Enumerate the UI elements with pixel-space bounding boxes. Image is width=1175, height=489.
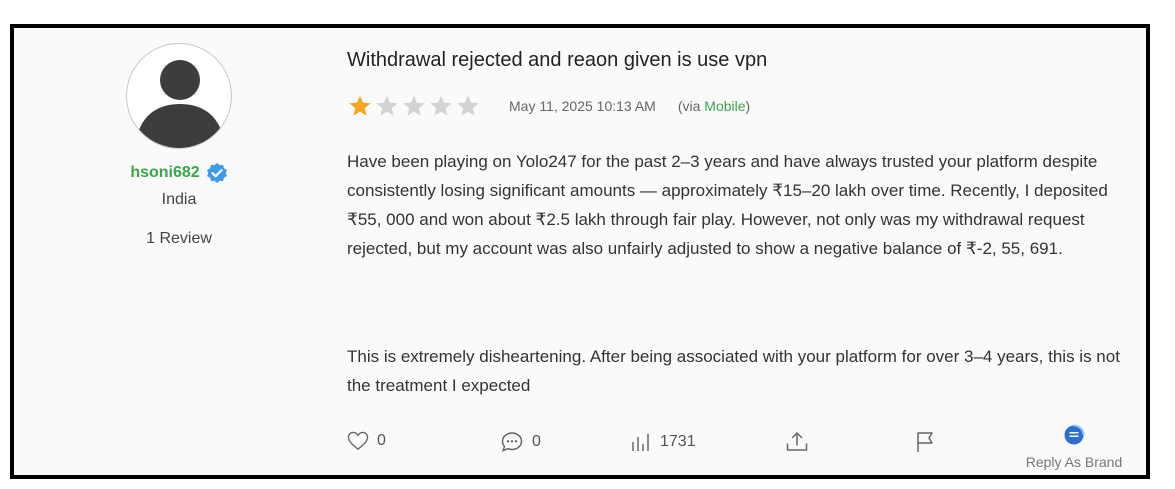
reply-as-brand-label: Reply As Brand bbox=[1025, 454, 1123, 470]
star-empty-icon bbox=[428, 94, 454, 118]
review-actions: 0 0 1731 Reply As Brand bbox=[347, 424, 1137, 470]
via-source: Mobile bbox=[704, 98, 746, 114]
verified-check-icon bbox=[206, 162, 228, 184]
via-prefix: (via bbox=[677, 98, 705, 114]
flag-icon bbox=[915, 431, 935, 453]
default-user-avatar-icon[interactable] bbox=[126, 43, 232, 149]
star-filled-icon bbox=[347, 94, 373, 118]
review-card: hsoni682 India 1 Review Withdrawal rejec… bbox=[10, 24, 1150, 479]
like-button[interactable]: 0 bbox=[347, 431, 386, 451]
view-count: 1731 bbox=[660, 433, 696, 450]
like-count: 0 bbox=[377, 432, 386, 449]
star-rating bbox=[347, 94, 481, 118]
username-row: hsoni682 bbox=[14, 162, 344, 184]
star-empty-icon bbox=[374, 94, 400, 118]
review-body-paragraph-2: This is extremely disheartening. After b… bbox=[347, 347, 1120, 395]
reviewer-panel: hsoni682 India 1 Review bbox=[14, 28, 344, 475]
reviewer-username[interactable]: hsoni682 bbox=[130, 164, 199, 182]
share-upload-icon bbox=[785, 431, 809, 453]
comment-button[interactable]: 0 bbox=[500, 431, 541, 453]
reply-brand-icon bbox=[1062, 424, 1086, 451]
share-button[interactable] bbox=[785, 431, 809, 453]
rating-row: May 11, 2025 10:13 AM (via Mobile) bbox=[347, 95, 750, 117]
star-empty-icon bbox=[455, 94, 481, 118]
bar-chart-icon bbox=[630, 431, 652, 453]
report-button[interactable] bbox=[915, 431, 935, 453]
review-content: Withdrawal rejected and reaon given is u… bbox=[347, 28, 1137, 475]
reviewer-review-count[interactable]: 1 Review bbox=[14, 230, 344, 248]
comment-bubble-icon bbox=[500, 431, 524, 453]
heart-icon bbox=[347, 431, 369, 451]
reply-as-brand-button[interactable]: Reply As Brand bbox=[1014, 423, 1134, 470]
reviewer-country: India bbox=[161, 191, 197, 208]
review-source: (via Mobile) bbox=[678, 98, 750, 114]
star-empty-icon bbox=[401, 94, 427, 118]
views-stat: 1731 bbox=[630, 431, 696, 453]
review-title[interactable]: Withdrawal rejected and reaon given is u… bbox=[347, 49, 767, 72]
comment-count: 0 bbox=[532, 433, 541, 450]
via-suffix: ) bbox=[745, 98, 751, 114]
review-body-paragraph-1: Have been playing on Yolo247 for the pas… bbox=[347, 152, 1108, 258]
review-date: May 11, 2025 10:13 AM bbox=[509, 98, 656, 114]
